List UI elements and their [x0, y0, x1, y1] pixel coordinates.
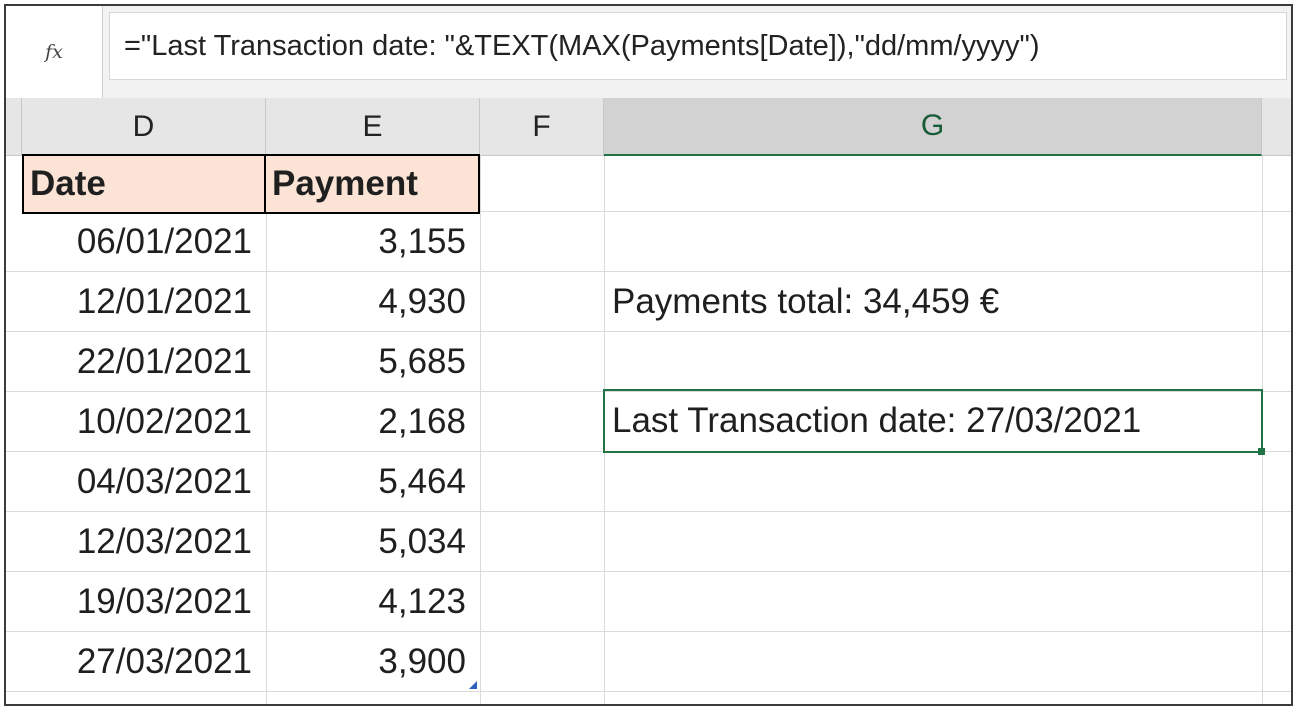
cell-date[interactable]: 10/02/2021	[22, 392, 266, 452]
grid-line	[480, 211, 1291, 212]
fill-handle[interactable]	[1258, 448, 1265, 455]
cell-payment[interactable]: 3,155	[266, 212, 480, 272]
column-header-d[interactable]: D	[22, 98, 266, 156]
fx-function-icon: fx	[45, 41, 63, 63]
cell-payment[interactable]: 5,464	[266, 452, 480, 512]
cell-date[interactable]: 12/01/2021	[22, 272, 266, 332]
table-header-date[interactable]: Date	[22, 154, 268, 214]
column-header-next[interactable]	[1262, 98, 1291, 156]
spreadsheet-window: fx ="Last Transaction date: "&TEXT(MAX(P…	[4, 4, 1293, 706]
cell-payment[interactable]: 2,168	[266, 392, 480, 452]
formula-bar: fx ="Last Transaction date: "&TEXT(MAX(P…	[6, 6, 1291, 99]
cell-payment[interactable]: 5,685	[266, 332, 480, 392]
cell-date[interactable]: 12/03/2021	[22, 512, 266, 572]
cell-payment[interactable]: 4,930	[266, 272, 480, 332]
active-cell-selection	[603, 389, 1263, 453]
table-resize-handle[interactable]	[469, 681, 477, 689]
formula-input[interactable]: ="Last Transaction date: "&TEXT(MAX(Paym…	[109, 12, 1287, 80]
cell-date[interactable]: 27/03/2021	[22, 632, 266, 692]
column-header-f[interactable]: F	[480, 98, 604, 156]
row-header-strip	[6, 98, 22, 156]
cell-payments-total[interactable]: Payments total: 34,459 €	[604, 272, 1262, 332]
cell-date[interactable]: 22/01/2021	[22, 332, 266, 392]
cell-date[interactable]: 04/03/2021	[22, 452, 266, 512]
cell-payment[interactable]: 5,034	[266, 512, 480, 572]
cell-date[interactable]: 06/01/2021	[22, 212, 266, 272]
cell-date[interactable]: 19/03/2021	[22, 572, 266, 632]
cell-payment[interactable]: 4,123	[266, 572, 480, 632]
column-header-g[interactable]: G	[604, 98, 1262, 156]
cell-payment[interactable]: 3,900	[266, 632, 480, 692]
grid-line	[480, 156, 481, 704]
insert-function-button[interactable]: fx	[6, 6, 103, 98]
column-header-e[interactable]: E	[266, 98, 480, 156]
table-header-payment[interactable]: Payment	[264, 154, 480, 214]
